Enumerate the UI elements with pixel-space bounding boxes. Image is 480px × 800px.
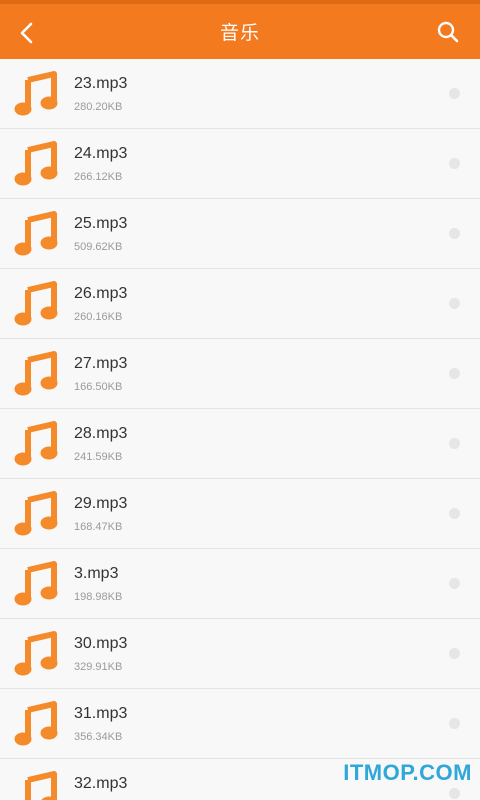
music-note-icon (14, 561, 60, 607)
file-size: 166.50KB (74, 381, 123, 393)
music-note-icon (14, 281, 60, 327)
music-note-icon (14, 71, 60, 117)
music-note-icon (14, 771, 60, 800)
select-checkbox[interactable] (449, 578, 460, 589)
file-size: 241.59KB (74, 451, 123, 463)
music-note-icon (14, 141, 60, 187)
file-name: 23.mp3 (74, 75, 128, 92)
file-name: 24.mp3 (74, 145, 128, 162)
file-row[interactable]: 25.mp3 509.62KB (0, 199, 480, 269)
file-size: 266.12KB (74, 171, 123, 183)
select-checkbox[interactable] (449, 508, 460, 519)
file-name: 25.mp3 (74, 215, 128, 232)
file-row[interactable]: 26.mp3 260.16KB (0, 269, 480, 339)
file-list: 23.mp3 280.20KB 24.mp3 266.12KB 25.mp3 509.62… (0, 59, 480, 800)
file-row[interactable]: 30.mp3 329.91KB (0, 619, 480, 689)
file-row[interactable]: 31.mp3 356.34KB (0, 689, 480, 759)
music-note-icon (14, 351, 60, 397)
file-name: 32.mp3 (74, 775, 128, 792)
select-checkbox[interactable] (449, 648, 460, 659)
select-checkbox[interactable] (449, 88, 460, 99)
file-size: 356.34KB (74, 731, 123, 743)
search-button[interactable] (434, 18, 462, 46)
file-size: 168.47KB (74, 521, 123, 533)
file-name: 29.mp3 (74, 495, 128, 512)
file-row[interactable]: 3.mp3 198.98KB (0, 549, 480, 619)
page-title: 音乐 (219, 22, 260, 44)
select-checkbox[interactable] (449, 788, 460, 799)
file-name: 27.mp3 (74, 355, 128, 372)
file-row[interactable]: 28.mp3 241.59KB (0, 409, 480, 479)
music-note-icon (14, 421, 60, 467)
music-note-icon (14, 631, 60, 677)
file-size: 198.98KB (74, 591, 123, 603)
file-row[interactable]: 29.mp3 168.47KB (0, 479, 480, 549)
music-note-icon (14, 211, 60, 257)
file-name: 3.mp3 (74, 565, 119, 582)
file-name: 31.mp3 (74, 705, 128, 722)
file-name: 26.mp3 (74, 285, 128, 302)
select-checkbox[interactable] (449, 158, 460, 169)
select-checkbox[interactable] (449, 718, 460, 729)
file-size: 509.62KB (74, 241, 123, 253)
music-note-icon (14, 701, 60, 747)
file-size: 280.20KB (74, 101, 123, 113)
select-checkbox[interactable] (449, 228, 460, 239)
file-size: 329.91KB (74, 661, 123, 673)
select-checkbox[interactable] (449, 368, 460, 379)
watermark: ITMOP.COM (343, 760, 472, 785)
app-screen: 音乐 23.mp3 280.20KB 24.mp3 266.12KB 25.mp3 509… (0, 0, 480, 800)
file-row[interactable]: 27.mp3 166.50KB (0, 339, 480, 409)
music-note-icon (14, 491, 60, 537)
file-name: 28.mp3 (74, 425, 128, 442)
search-icon (437, 21, 459, 43)
select-checkbox[interactable] (449, 438, 460, 449)
file-size: 260.16KB (74, 311, 123, 323)
file-row[interactable]: 24.mp3 266.12KB (0, 129, 480, 199)
file-name: 30.mp3 (74, 635, 128, 652)
top-bar: 音乐 (0, 0, 480, 59)
select-checkbox[interactable] (449, 298, 460, 309)
file-row[interactable]: 23.mp3 280.20KB (0, 59, 480, 129)
